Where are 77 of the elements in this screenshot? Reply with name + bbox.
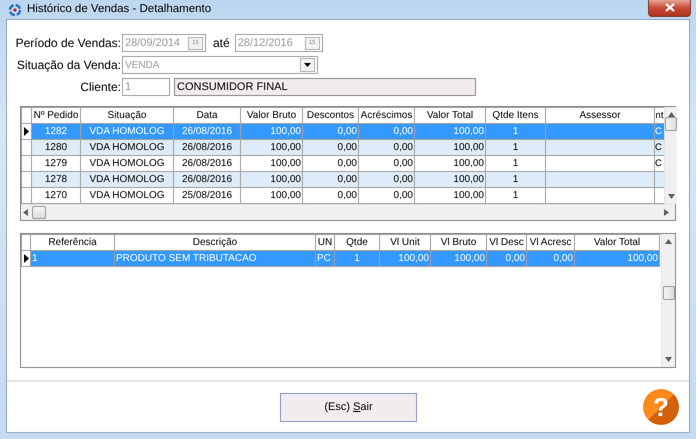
- scrollbar-thumb[interactable]: [662, 286, 675, 300]
- table-cell: 1278: [32, 172, 80, 188]
- table-cell: 1: [334, 250, 380, 266]
- close-icon: [664, 3, 674, 12]
- table-cell: 0,00: [358, 172, 414, 188]
- table-cell: 0,00: [302, 124, 358, 140]
- scroll-up-icon: [665, 239, 672, 244]
- table-cell: 100,00: [574, 250, 660, 266]
- scroll-left-icon: [23, 209, 28, 216]
- column-header[interactable]: Assessor: [546, 108, 654, 124]
- table-cell: 100,00: [380, 250, 430, 266]
- close-button[interactable]: [648, 0, 691, 16]
- column-header[interactable]: Valor Bruto: [240, 108, 302, 124]
- table-cell: 0,00: [302, 140, 358, 156]
- table-cell: 26/08/2016: [174, 140, 240, 156]
- vertical-scrollbar[interactable]: [664, 107, 677, 204]
- table-cell: 100,00: [240, 124, 302, 140]
- column-header[interactable]: Descontos: [302, 108, 358, 124]
- input-field[interactable]: CONSUMIDOR FINAL: [174, 78, 476, 96]
- table-cell: 1282: [32, 124, 80, 140]
- column-header[interactable]: Referência: [30, 234, 114, 250]
- table-cell: VDA HOMOLOG: [80, 172, 174, 188]
- table-cell: 0,00: [486, 250, 526, 266]
- table-cell: 1: [486, 140, 546, 156]
- table-cell: 1: [486, 124, 546, 140]
- scroll-down-icon: [665, 357, 672, 362]
- table-cell: PRODUTO SEM TRIBUTACAO: [114, 250, 316, 266]
- table-cell: 100,00: [240, 140, 302, 156]
- column-header[interactable]: Valor Total: [574, 234, 660, 250]
- column-header[interactable]: UN: [316, 234, 334, 250]
- column-header[interactable]: Valor Total: [414, 108, 486, 124]
- scrollbar-thumb[interactable]: [32, 206, 46, 219]
- column-header[interactable]: Situação: [80, 108, 174, 124]
- column-header[interactable]: Acréscimos: [358, 108, 414, 124]
- table-cell: 26/08/2016: [174, 124, 240, 140]
- column-header[interactable]: Descrição: [114, 234, 316, 250]
- table-cell: 1: [486, 172, 546, 188]
- field-label: Período de Vendas:: [14, 35, 122, 52]
- column-header[interactable]: Vl Acresc: [526, 234, 574, 250]
- column-header[interactable]: nt: [654, 108, 664, 124]
- scroll-down-icon: [668, 194, 674, 199]
- caret-icon: [304, 63, 311, 67]
- column-header[interactable]: Nº Pedido: [32, 108, 80, 124]
- row-pointer-icon: [23, 126, 30, 137]
- table-cell: 100,00: [414, 140, 486, 156]
- column-header[interactable]: Data: [174, 108, 240, 124]
- table-cell: 26/08/2016: [174, 172, 240, 188]
- column-header[interactable]: Qtde Itens: [486, 108, 546, 124]
- table-cell: VDA HOMOLOG: [80, 124, 174, 140]
- table-row[interactable]: 1278 VDA HOMOLOG 26/08/2016 100,00 0,00 0,00 100,00 1: [22, 172, 664, 188]
- table-cell: 0,00: [358, 140, 414, 156]
- field-label: até: [213, 35, 230, 52]
- table-cell: 1280: [32, 140, 80, 156]
- column-header[interactable]: Qtde: [334, 234, 380, 250]
- scroll-right-icon: [664, 209, 669, 216]
- table-cell: 0,00: [358, 124, 414, 140]
- exit-button[interactable]: (Esc) Sair: [280, 392, 417, 422]
- window-title: Histórico de Vendas - Detalhamento: [27, 2, 212, 17]
- row-pointer-icon: [22, 253, 30, 264]
- field-label: Situação da Venda:: [16, 57, 122, 74]
- vertical-scrollbar[interactable]: [661, 234, 675, 367]
- table-cell: 100,00: [240, 172, 302, 188]
- table-cell: 100,00: [414, 172, 486, 188]
- table-cell: VDA HOMOLOG: [80, 140, 174, 156]
- table-cell: 0,00: [302, 172, 358, 188]
- column-header[interactable]: Vl Unit: [380, 234, 430, 250]
- table-cell: 100,00: [430, 250, 486, 266]
- column-header[interactable]: Vl Bruto: [430, 234, 486, 250]
- field-label: Cliente:: [79, 79, 122, 96]
- table-cell: 0,00: [526, 250, 574, 266]
- table-row[interactable]: 1280 VDA HOMOLOG 26/08/2016 100,00 0,00 0,00 100,00 1 C: [22, 140, 664, 156]
- column-header[interactable]: Vl Desc: [486, 234, 526, 250]
- horizontal-scrollbar[interactable]: [21, 204, 675, 220]
- table-cell: 1: [30, 250, 114, 266]
- table-cell: 100,00: [414, 124, 486, 140]
- app-icon: [8, 2, 22, 16]
- scrollbar-thumb[interactable]: [665, 117, 677, 131]
